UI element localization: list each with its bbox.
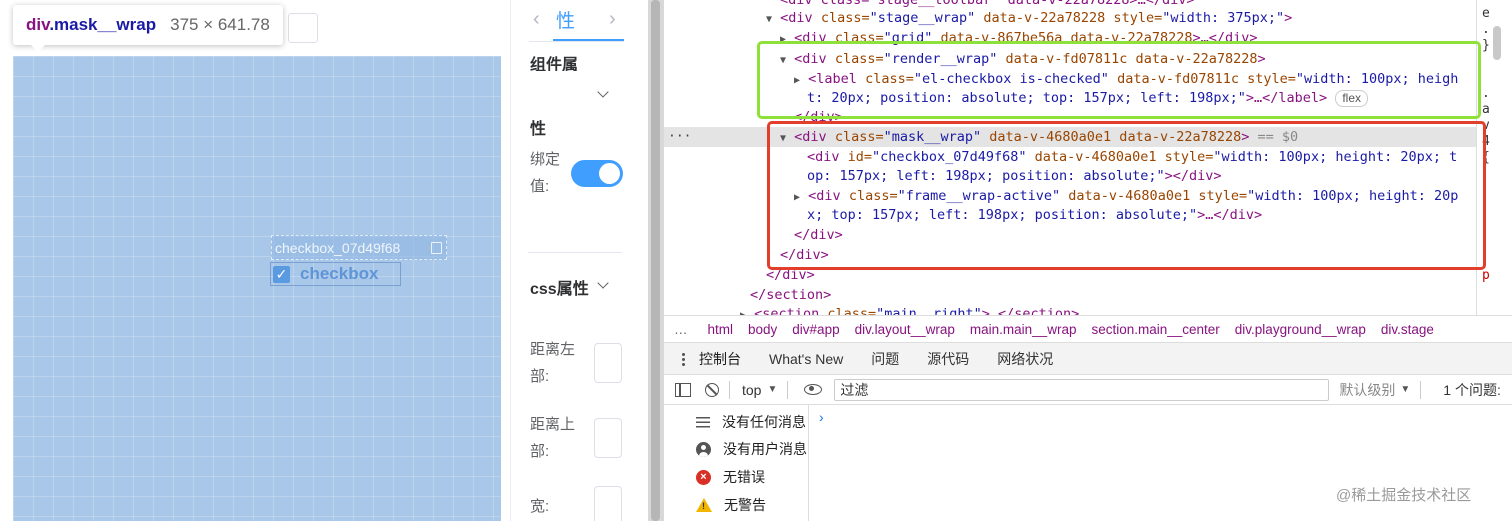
render-wrap-highlight-box (757, 41, 1481, 119)
more-options-icon[interactable] (682, 351, 685, 366)
error-icon: × (696, 469, 711, 485)
sidebar-item-label: 没有任何消息 (722, 414, 806, 430)
context-selector[interactable]: top ▼ (742, 382, 777, 398)
stage-tool-button[interactable] (288, 13, 318, 43)
live-expression-eye-icon[interactable] (804, 384, 823, 395)
tooltip-dimensions: 375 × 641.78 (170, 15, 270, 34)
sidebar-item-warnings[interactable]: ! 无警告 (696, 495, 766, 515)
breadcrumb-item[interactable]: div.stage (1381, 322, 1434, 337)
breadcrumb-item[interactable]: div#app (792, 322, 839, 337)
width-input[interactable] (594, 486, 622, 521)
list-icon (696, 416, 710, 428)
tab-divider (529, 41, 624, 42)
top-distance-label-line2: 部: (530, 443, 550, 460)
left-distance-input[interactable] (594, 343, 622, 383)
left-distance-label-line1: 距离左 (530, 341, 576, 358)
stage-grid[interactable] (13, 56, 501, 521)
styles-text: p (1482, 268, 1490, 283)
tab-issues[interactable]: 问题 (871, 349, 899, 369)
breadcrumb-item[interactable]: div.playground__wrap (1235, 322, 1366, 337)
dom-breadcrumb: … html body div#app div.layout__wrap mai… (664, 315, 1512, 343)
log-level-text: 默认级别 (1339, 381, 1396, 398)
element-inspect-tooltip: div.mask__wrap 375 × 641.78 (13, 5, 283, 52)
sidebar-item-user-messages[interactable]: 没有用户消息 (696, 439, 807, 459)
width-label: 宽: (530, 498, 550, 515)
warning-icon: ! (696, 498, 712, 512)
bind-value-toggle[interactable] (571, 160, 623, 187)
sidebar-item-errors[interactable]: × 无错误 (696, 467, 765, 487)
watermark: @稀土掘金技术社区 (1336, 487, 1472, 504)
node-actions-dots[interactable]: ··· (668, 127, 691, 147)
breadcrumb-item[interactable]: div.layout__wrap (855, 322, 955, 337)
styles-text: . (1482, 86, 1490, 101)
tab-prev-arrow-icon[interactable]: ‹ (533, 8, 540, 31)
checkbox-component[interactable]: ✓ checkbox (270, 262, 401, 286)
user-icon (696, 441, 711, 457)
tab-properties[interactable]: 性 (556, 6, 575, 33)
tab-whats-new[interactable]: What's New (769, 351, 843, 367)
breadcrumb-item[interactable]: main.main__wrap (970, 322, 1077, 337)
panel-divider (528, 252, 622, 253)
mask-wrap-highlight-box (767, 121, 1486, 270)
clear-console-icon[interactable] (705, 382, 719, 397)
copy-icon[interactable] (431, 241, 442, 254)
toolbar-separator (787, 380, 789, 399)
breadcrumb-item[interactable]: body (748, 322, 777, 337)
bind-value-label-line2: 值: (530, 178, 550, 195)
canvas-area: div.mask__wrap 375 × 641.78 checkbox_07d… (0, 0, 510, 521)
checkbox-checked-icon[interactable]: ✓ (273, 265, 290, 283)
level-caret-icon: ▼ (1400, 384, 1411, 395)
toggle-knob (599, 163, 620, 184)
sidebar-item-label: 没有用户消息 (723, 441, 807, 457)
dom-line[interactable]: ▼ <div class="stage__wrap" data-v-22a782… (766, 8, 1292, 28)
page-scrollbar[interactable] (651, 0, 660, 521)
log-level-dropdown[interactable]: 默认级别 ▼ (1339, 380, 1410, 400)
issues-count-button[interactable]: 1 个问题: (1443, 380, 1501, 400)
dropdown-caret-icon: ▼ (767, 384, 778, 395)
breadcrumb-item[interactable]: section.main__center (1091, 322, 1219, 337)
console-toolbar: top ▼ 过滤 默认级别 ▼ 1 个问题: (664, 375, 1512, 405)
breadcrumb-overflow[interactable]: … (674, 322, 688, 337)
sidebar-item-label: 无警告 (724, 497, 766, 513)
section-component-title-cont: 性 (530, 121, 547, 138)
toolbar-separator (1420, 380, 1422, 399)
context-value: top (742, 381, 762, 398)
dom-line[interactable]: </section> (750, 285, 831, 305)
filter-text: 过滤 (840, 381, 869, 398)
tab-next-arrow-icon[interactable]: › (609, 8, 616, 31)
component-id-label[interactable]: checkbox_07d49f68 (271, 235, 447, 260)
top-distance-label-line1: 距离上 (530, 416, 576, 433)
console-prompt-icon[interactable]: › (819, 409, 824, 425)
left-distance-label-line2: 部: (530, 368, 550, 385)
tab-sources[interactable]: 源代码 (927, 349, 969, 369)
component-id-text: checkbox_07d49f68 (275, 239, 401, 256)
console-sidebar: 没有任何消息 没有用户消息 × 无错误 ! 无警告 (664, 405, 809, 521)
breadcrumb-item[interactable]: html (708, 322, 734, 337)
styles-text: e (1482, 6, 1490, 21)
section-component-title: 组件属 (530, 57, 579, 71)
styles-scrollbar[interactable] (1493, 26, 1501, 60)
top-distance-input[interactable] (594, 418, 622, 458)
styles-text: . (1482, 22, 1490, 37)
styles-text: } (1482, 38, 1490, 53)
tab-console[interactable]: 控制台 (693, 349, 747, 378)
drawer-tabbar: 控制台 What's New 问题 源代码 网络状况 (664, 343, 1512, 378)
dom-line[interactable]: ▶ <section class="main__right">…</sectio… (740, 304, 1079, 315)
sidebar-item-messages[interactable]: 没有任何消息 (696, 412, 806, 432)
section-css-title: css属性 (530, 281, 589, 298)
console-filter-input[interactable]: 过滤 (834, 378, 1330, 401)
screenshot-root: div.mask__wrap 375 × 641.78 checkbox_07d… (0, 0, 1512, 521)
bind-value-label-line1: 绑定 (530, 151, 561, 168)
panel-tabs: ‹ 性 › (511, 0, 624, 44)
checkbox-label: checkbox (300, 264, 379, 283)
tooltip-selector: div.mask__wrap (26, 15, 157, 34)
tab-network-conditions[interactable]: 网络状况 (997, 349, 1053, 369)
styles-text: a (1482, 102, 1490, 117)
sidebar-item-label: 无错误 (723, 469, 765, 485)
sidebar-toggle-icon[interactable] (675, 382, 691, 397)
toolbar-separator (729, 380, 730, 399)
